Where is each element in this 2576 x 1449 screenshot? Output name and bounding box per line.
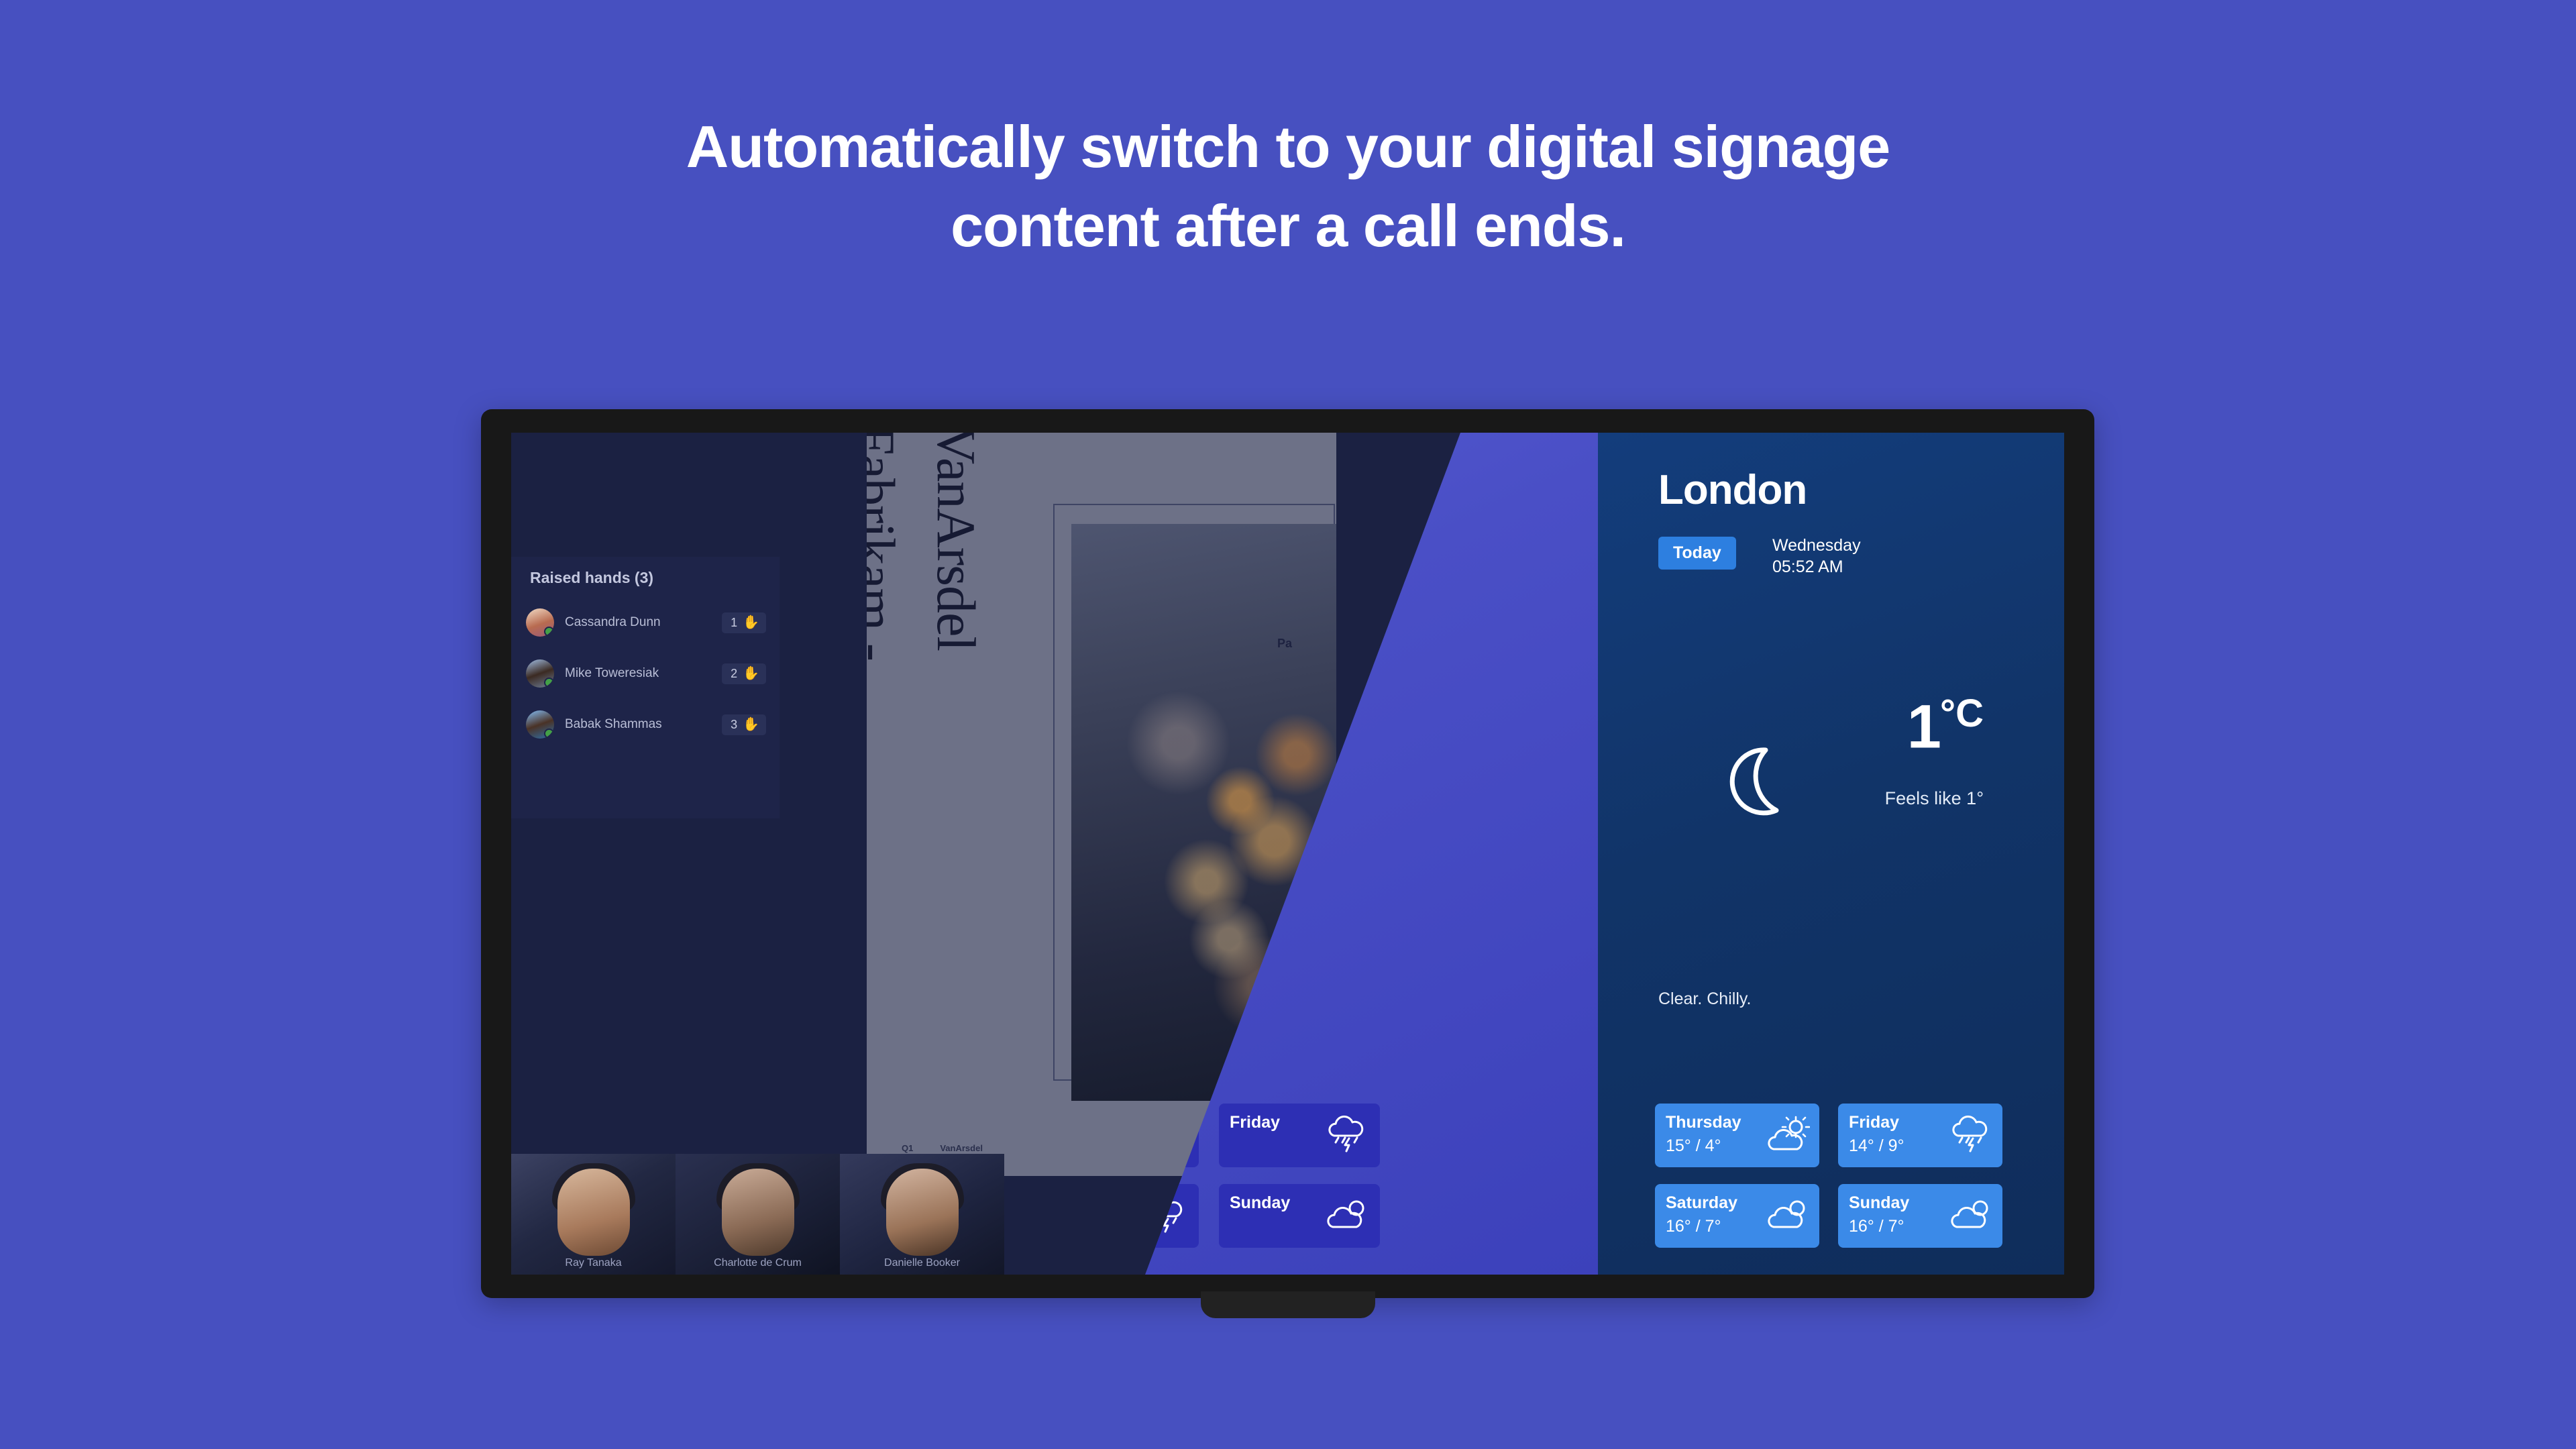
raised-hand-icon: ✋ [743,615,759,630]
raised-hand-row[interactable]: Babak Shammas 3 ✋ [526,707,766,742]
participant-name: Charlotte de Crum [714,1257,802,1269]
headline-line-1: Automatically switch to your digital sig… [686,113,1891,180]
raised-hand-icon: ✋ [743,717,759,732]
slide-partial-label: Pa [1277,637,1293,650]
presence-available-icon [544,678,554,688]
crescent-moon-icon [1729,747,1779,816]
incoming-temperature: 1°C [1907,691,1984,763]
forecast-card[interactable]: Friday 14° / 9° [1838,1104,2002,1167]
forecast-card[interactable]: Sunday 16° / 7° [1838,1184,2002,1248]
raised-hands-panel: Raised hands (3) Cassandra Dunn 1 ✋ Mike… [511,557,780,818]
avatar [526,659,554,688]
display-monitor: Raised hands (3) Cassandra Dunn 1 ✋ Mike… [481,409,2094,1298]
weather-summary: Clear. Chilly. [1658,989,1752,1008]
monitor-stand [1201,1291,1375,1318]
participant-name: Danielle Booker [884,1257,960,1269]
participant-name: Ray Tanaka [565,1257,622,1269]
forecast-card[interactable]: Thursday 15° / 4° [1655,1104,1819,1167]
date-time: Wednesday 05:52 AM [1772,535,1861,578]
forecast-card[interactable]: Saturday 16° / 7° [1655,1184,1819,1248]
raised-hand-icon: ✋ [743,666,759,681]
hand-order-number: 3 [731,717,738,731]
rain-thunder-icon [1328,1115,1364,1152]
weekday-label: Wednesday [1772,536,1861,555]
monitor-screen: Raised hands (3) Cassandra Dunn 1 ✋ Mike… [511,433,2064,1275]
time-label: 05:52 AM [1772,557,1843,576]
slide-title-line-1: Fabrikam - [867,433,906,661]
participant-tile[interactable]: Ray Tanaka [511,1154,676,1275]
avatar [557,1169,630,1256]
today-badge[interactable]: Today [1658,537,1736,570]
hand-order-badge: 2 ✋ [722,663,766,684]
avatar [721,1169,794,1256]
raised-hand-row[interactable]: Cassandra Dunn 1 ✋ [526,605,766,640]
presence-available-icon [544,729,554,739]
sun-cloud-icon [1768,1116,1810,1150]
raised-hand-row[interactable]: Mike Toweresiak 2 ✋ [526,656,766,691]
participant-tile[interactable]: Danielle Booker [840,1154,1004,1275]
hand-order-number: 1 [731,615,738,629]
incoming-forecast-grid: Thursday 15° / 4° Friday 14° / 9° Saturd… [1655,1104,2044,1248]
slide-footer-brand: VanArsdel [940,1143,983,1153]
city-name: London [1658,467,1807,513]
hand-order-badge: 3 ✋ [722,714,766,735]
headline-line-2: content after a call ends. [951,192,1626,259]
partly-cloudy-icon [1327,1200,1364,1228]
participant-name: Babak Shammas [565,717,662,731]
slide-footer-quarter: Q1 [902,1143,914,1153]
hand-order-badge: 1 ✋ [722,612,766,633]
incoming-feels-like: Feels like 1° [1884,788,1984,808]
participant-tile[interactable]: Charlotte de Crum [676,1154,840,1275]
rain-thunder-icon [1952,1115,1988,1152]
avatar [526,710,554,739]
participant-name: Cassandra Dunn [565,615,661,629]
hand-order-number: 2 [731,666,738,680]
slide-title-line-2: VanArsdel [926,433,987,651]
raised-hands-title: Raised hands (3) [530,569,654,586]
page-title: Automatically switch to your digital sig… [0,107,2576,266]
participant-name: Mike Toweresiak [565,666,659,680]
presence-available-icon [544,627,554,637]
incoming-temperature-value: 1 [1907,692,1941,761]
forecast-card[interactable]: Sunday 12° / 5° [1219,1184,1380,1248]
avatar [526,608,554,637]
avatar [885,1169,959,1256]
cloudy-icon [1951,1200,1988,1228]
cloudy-icon [1768,1200,1805,1228]
incoming-temperature-unit: °C [1939,692,1984,735]
forecast-card[interactable]: Friday 12° / 8° [1219,1104,1380,1167]
